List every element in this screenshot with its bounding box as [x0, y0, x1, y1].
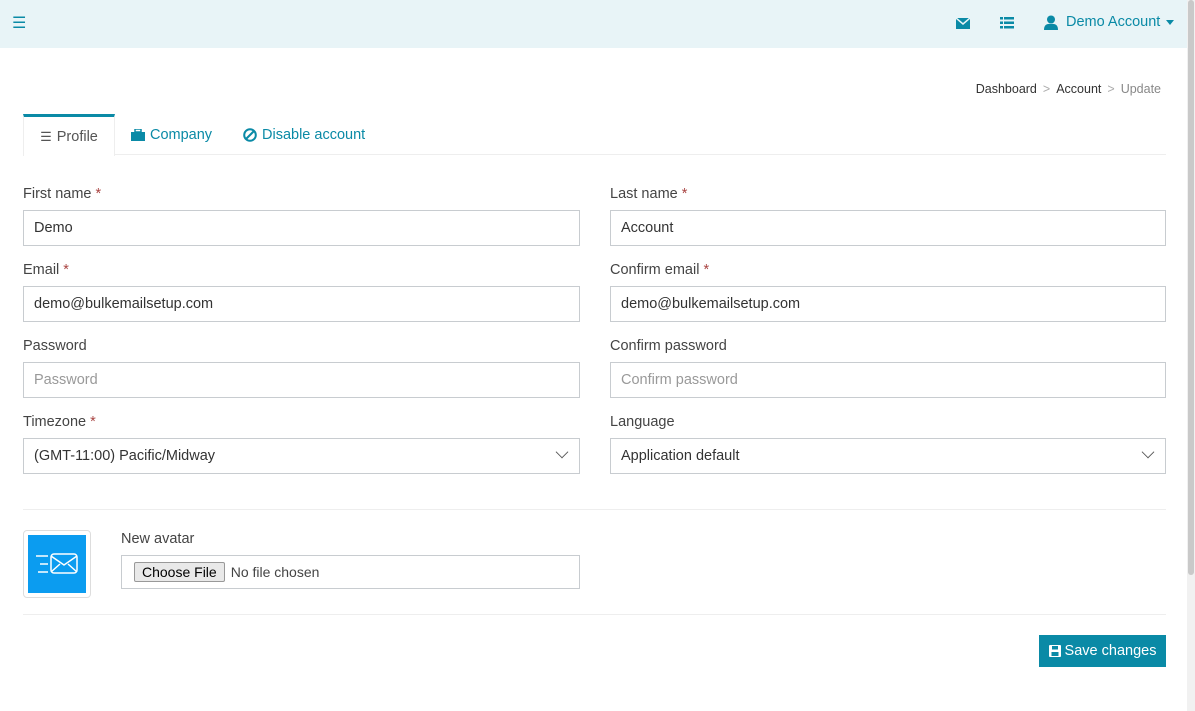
divider	[23, 614, 1166, 615]
list-icon[interactable]	[1000, 17, 1014, 29]
tab-disable-account[interactable]: Disable account	[243, 114, 365, 155]
last-name-group: Last name * Account	[610, 186, 1166, 246]
tab-label: Profile	[56, 128, 98, 145]
timezone-label: Timezone *	[23, 414, 96, 430]
confirm-password-input[interactable]: Confirm password	[610, 362, 1166, 398]
breadcrumb-account[interactable]: Account	[1056, 82, 1101, 96]
file-status: No file chosen	[230, 564, 320, 580]
language-value: Application default	[621, 448, 740, 464]
list-icon: ☰	[40, 128, 52, 144]
timezone-group: Timezone * (GMT-11:00) Pacific/Midway	[23, 414, 580, 474]
password-input[interactable]: Password	[23, 362, 580, 398]
first-name-label: First name *	[23, 186, 102, 202]
briefcase-icon	[131, 128, 145, 141]
confirm-email-input[interactable]: demo@bulkemailsetup.com	[610, 286, 1166, 322]
chevron-down-icon	[1141, 445, 1155, 459]
confirm-email-label: Confirm email *	[610, 262, 710, 278]
timezone-select[interactable]: (GMT-11:00) Pacific/Midway	[23, 438, 580, 474]
scrollbar-thumb[interactable]	[1188, 0, 1194, 575]
email-logo-icon	[36, 553, 78, 574]
breadcrumb: Dashboard > Account > Update	[975, 82, 1161, 96]
user-name: Demo Account	[1066, 14, 1161, 30]
tab-company[interactable]: Company	[131, 114, 212, 155]
email-input[interactable]: demo@bulkemailsetup.com	[23, 286, 580, 322]
confirm-password-group: Confirm password Confirm password	[610, 338, 1166, 398]
language-group: Language Application default	[610, 414, 1166, 474]
hamburger-icon[interactable]: ☰	[12, 13, 26, 33]
breadcrumb-dashboard[interactable]: Dashboard	[976, 82, 1037, 96]
language-label: Language	[610, 414, 675, 430]
password-group: Password Password	[23, 338, 580, 398]
confirm-email-group: Confirm email * demo@bulkemailsetup.com	[610, 262, 1166, 322]
save-label: Save changes	[1064, 643, 1157, 659]
scrollbar[interactable]	[1187, 0, 1195, 711]
avatar-file-input[interactable]: Choose File No file chosen	[121, 555, 580, 589]
password-label: Password	[23, 338, 87, 354]
new-avatar-label: New avatar	[121, 531, 195, 547]
first-name-input[interactable]: Demo	[23, 210, 580, 246]
save-changes-button[interactable]: Save changes	[1039, 635, 1166, 667]
top-navbar: ☰ Demo Account	[0, 0, 1187, 48]
avatar	[23, 530, 91, 598]
confirm-password-label: Confirm password	[610, 338, 727, 354]
chevron-down-icon	[555, 445, 569, 459]
user-menu[interactable]: Demo Account	[1044, 14, 1175, 30]
first-name-group: First name * Demo	[23, 186, 580, 246]
user-icon	[1044, 15, 1058, 30]
language-select[interactable]: Application default	[610, 438, 1166, 474]
floppy-disk-icon	[1048, 645, 1061, 657]
last-name-label: Last name *	[610, 186, 688, 202]
email-label: Email *	[23, 262, 69, 278]
last-name-input[interactable]: Account	[610, 210, 1166, 246]
tab-label: Company	[150, 126, 213, 143]
caret-down-icon	[1166, 19, 1175, 25]
divider	[23, 509, 1166, 510]
breadcrumb-update: Update	[1120, 82, 1161, 96]
ban-icon	[243, 127, 257, 142]
tab-label: Disable account	[262, 126, 366, 143]
envelope-icon[interactable]	[956, 18, 970, 29]
tab-profile[interactable]: ☰ Profile	[23, 114, 115, 156]
choose-file-button[interactable]: Choose File	[134, 562, 225, 582]
timezone-value: (GMT-11:00) Pacific/Midway	[34, 448, 216, 464]
tabs: ☰ Profile Company Disable account	[23, 114, 1166, 156]
email-group: Email * demo@bulkemailsetup.com	[23, 262, 580, 322]
